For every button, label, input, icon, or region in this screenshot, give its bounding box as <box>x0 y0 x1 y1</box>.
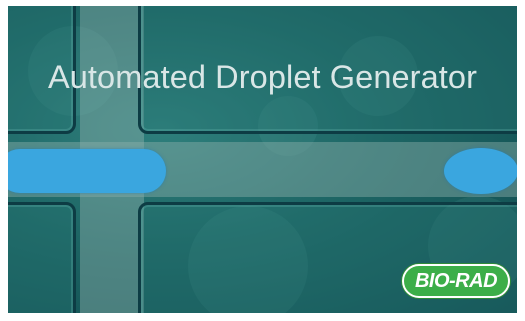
video-title: Automated Droplet Generator <box>47 59 478 95</box>
logo-text: BIO-RAD <box>414 269 498 292</box>
chip-panel-bottom-left <box>8 202 76 313</box>
oil-stream-droplet <box>8 149 166 193</box>
video-frame: Automated Droplet Generator BIO-RAD <box>0 0 525 321</box>
video-screen[interactable]: Automated Droplet Generator BIO-RAD <box>8 6 517 313</box>
generated-droplet <box>444 148 517 194</box>
bio-rad-logo: BIO-RAD <box>402 264 510 298</box>
